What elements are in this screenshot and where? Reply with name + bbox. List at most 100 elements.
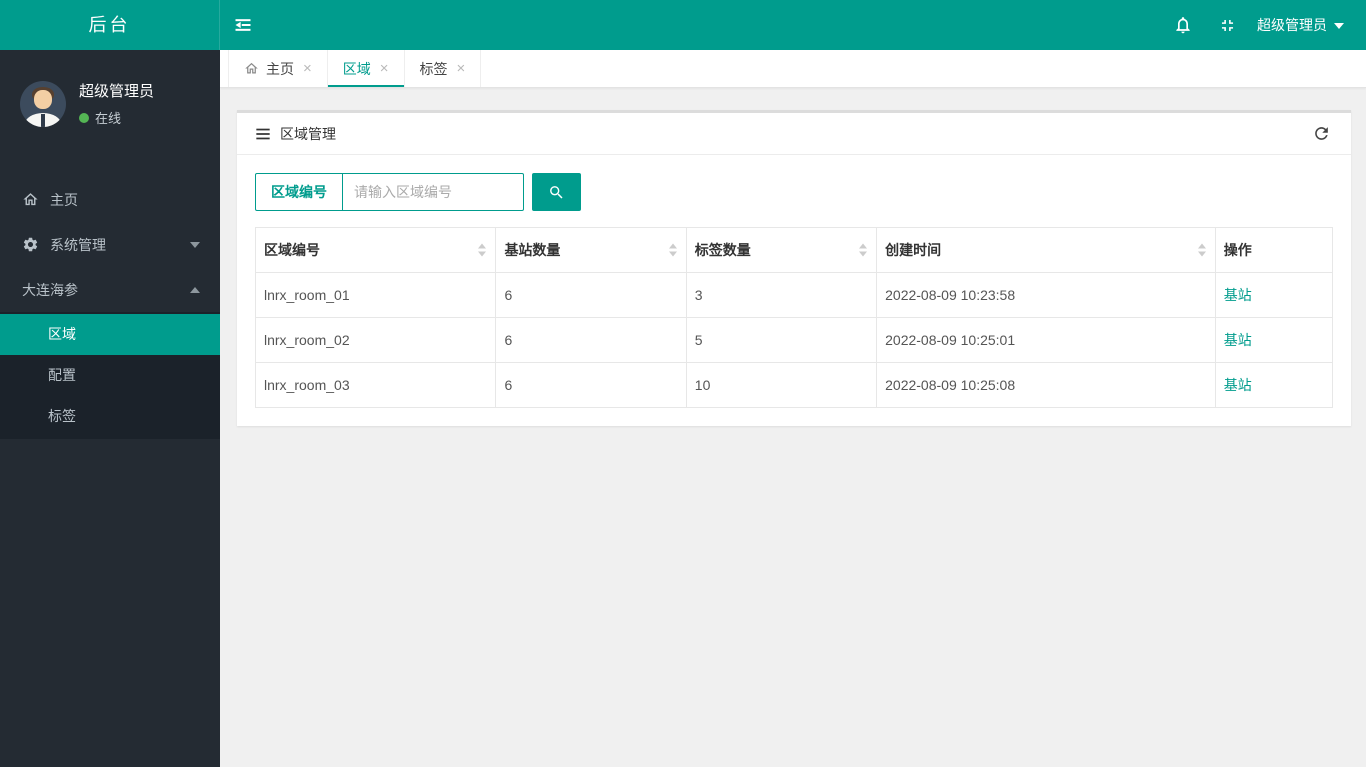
sidebar-menu: 主页 系统管理 大连海参 区域 配置 标签 xyxy=(0,177,220,439)
user-meta: 超级管理员 在线 xyxy=(79,80,154,127)
sort-icon[interactable] xyxy=(1197,243,1206,257)
gear-icon xyxy=(22,236,39,253)
column-label: 操作 xyxy=(1223,242,1252,258)
home-icon xyxy=(22,191,39,208)
cell-stations: 6 xyxy=(495,272,687,318)
sidebar-subitem-config[interactable]: 配置 xyxy=(0,355,220,396)
table-row: lnrx_room_01 6 3 2022-08-09 10:23:58 基站 xyxy=(254,272,1334,318)
column-header-created[interactable]: 创建时间 xyxy=(876,227,1216,273)
sidebar-user-panel: 超级管理员 在线 xyxy=(0,50,220,149)
caret-up-icon xyxy=(190,286,200,293)
region-management-card: 区域管理 区域编号 区域编号基站数量标签数量创建时间操作 xyxy=(237,110,1351,426)
column-label: 创建时间 xyxy=(885,242,942,258)
cell-region: lnrx_room_02 xyxy=(254,317,497,363)
sort-desc-icon xyxy=(859,251,868,257)
cell-created: 2022-08-09 10:25:08 xyxy=(876,362,1216,408)
app-logo[interactable]: 后台 xyxy=(0,0,220,50)
station-link[interactable]: 基站 xyxy=(1224,287,1252,303)
caret-down-icon xyxy=(1334,23,1344,29)
avatar[interactable] xyxy=(20,80,66,127)
fullscreen-exit-icon xyxy=(1218,16,1237,35)
column-label: 基站数量 xyxy=(504,242,561,258)
page-title: 区域管理 xyxy=(280,125,336,142)
close-icon[interactable]: × xyxy=(457,61,466,76)
cell-action: 基站 xyxy=(1214,317,1334,363)
fullscreen-exit-button[interactable] xyxy=(1205,0,1249,50)
cell-stations: 6 xyxy=(495,362,687,408)
cell-region: lnrx_room_03 xyxy=(254,362,497,408)
sort-icon[interactable] xyxy=(478,243,487,257)
topbar-actions: 超级管理员 xyxy=(1161,0,1366,50)
cell-tags: 10 xyxy=(685,362,878,408)
sort-asc-icon xyxy=(1197,243,1206,249)
sort-desc-icon xyxy=(478,251,487,257)
search-field-label[interactable]: 区域编号 xyxy=(255,173,343,211)
user-name: 超级管理员 xyxy=(79,83,155,100)
column-header-region[interactable]: 区域编号 xyxy=(254,227,497,273)
tab-label: 主页 xyxy=(266,60,294,77)
tab-bar: 主页 × 区域 × 标签 × xyxy=(220,50,1366,88)
tab-region[interactable]: 区域 × xyxy=(327,50,405,87)
column-header-tags[interactable]: 标签数量 xyxy=(685,227,878,273)
cell-created: 2022-08-09 10:23:58 xyxy=(876,272,1216,318)
sidebar-submenu: 区域 配置 标签 xyxy=(0,312,220,439)
region-table: 区域编号 基站数量 标签数量 创建时间 操作 lnrx_room_01 6 3 2022-08… xyxy=(254,227,1334,408)
tab-tag[interactable]: 标签 × xyxy=(405,50,482,87)
search-row: 区域编号 xyxy=(255,173,1333,211)
card-body: 区域编号 区域编号基站数量标签数量创建时间操作 lnrx_room_016320… xyxy=(237,155,1351,426)
sidebar-toggle-button[interactable] xyxy=(220,0,266,50)
sort-icon[interactable] xyxy=(859,243,868,257)
cell-stations: 6 xyxy=(495,317,687,363)
search-icon xyxy=(550,185,563,199)
sidebar-item-label: 大连海参 xyxy=(22,281,78,298)
cell-region: lnrx_room_01 xyxy=(254,272,497,318)
sidebar-item-home[interactable]: 主页 xyxy=(0,177,220,222)
sort-desc-icon xyxy=(668,251,677,257)
online-status-icon xyxy=(79,112,89,123)
list-icon xyxy=(255,127,271,141)
caret-down-icon xyxy=(190,241,200,248)
sidebar-subitem-tag[interactable]: 标签 xyxy=(0,396,220,437)
column-header-stations[interactable]: 基站数量 xyxy=(495,227,687,273)
table-row: lnrx_room_02 6 5 2022-08-09 10:25:01 基站 xyxy=(254,317,1334,363)
close-icon[interactable]: × xyxy=(380,61,389,76)
tab-label: 区域 xyxy=(342,60,371,77)
cell-tags: 5 xyxy=(685,317,878,363)
avatar-tie xyxy=(41,113,45,127)
search-button[interactable] xyxy=(532,173,581,211)
home-icon xyxy=(244,61,259,76)
main-content: 主页 × 区域 × 标签 × 区域管理 区域编号 请输入区域编号 区域编号 基站… xyxy=(220,50,1366,767)
bell-icon xyxy=(1173,15,1193,35)
sidebar-subitem-region[interactable]: 区域 xyxy=(0,314,220,355)
user-menu-label: 超级管理员 xyxy=(1257,17,1327,33)
sidebar-item-system-management[interactable]: 系统管理 xyxy=(0,222,220,267)
user-menu[interactable]: 超级管理员 xyxy=(1257,15,1344,35)
close-icon[interactable]: × xyxy=(303,61,312,76)
sidebar-item-dalian-haishen[interactable]: 大连海参 xyxy=(0,267,220,312)
user-status: 在线 xyxy=(79,108,154,127)
sidebar: 超级管理员 在线 主页 系统管理 大连海参 区域 配置 标签 xyxy=(0,50,220,767)
topbar: 后台 超级管理员 xyxy=(0,0,1366,50)
refresh-button[interactable] xyxy=(1309,122,1333,146)
sort-desc-icon xyxy=(1197,251,1206,257)
table-row: lnrx_room_03 6 10 2022-08-09 10:25:08 基站 xyxy=(254,362,1334,408)
sort-asc-icon xyxy=(668,243,677,249)
sidebar-item-label: 系统管理 xyxy=(50,236,106,253)
column-label: 区域编号 xyxy=(264,242,320,258)
search-input[interactable] xyxy=(343,173,524,211)
cell-action: 基站 xyxy=(1214,362,1334,408)
sidebar-toggle-icon xyxy=(233,15,253,35)
tab-label: 标签 xyxy=(419,60,448,77)
notifications-button[interactable] xyxy=(1161,0,1205,50)
station-link[interactable]: 基站 xyxy=(1224,377,1252,393)
card-header: 区域管理 xyxy=(237,113,1351,155)
cell-action: 基站 xyxy=(1214,272,1334,318)
tab-home[interactable]: 主页 × xyxy=(228,50,328,87)
station-link[interactable]: 基站 xyxy=(1224,332,1252,348)
sort-asc-icon xyxy=(859,243,868,249)
refresh-icon xyxy=(1314,127,1328,140)
sort-icon[interactable] xyxy=(668,243,677,257)
cell-created: 2022-08-09 10:25:01 xyxy=(876,317,1216,363)
cell-tags: 3 xyxy=(685,272,878,318)
column-header-action: 操作 xyxy=(1214,227,1334,273)
